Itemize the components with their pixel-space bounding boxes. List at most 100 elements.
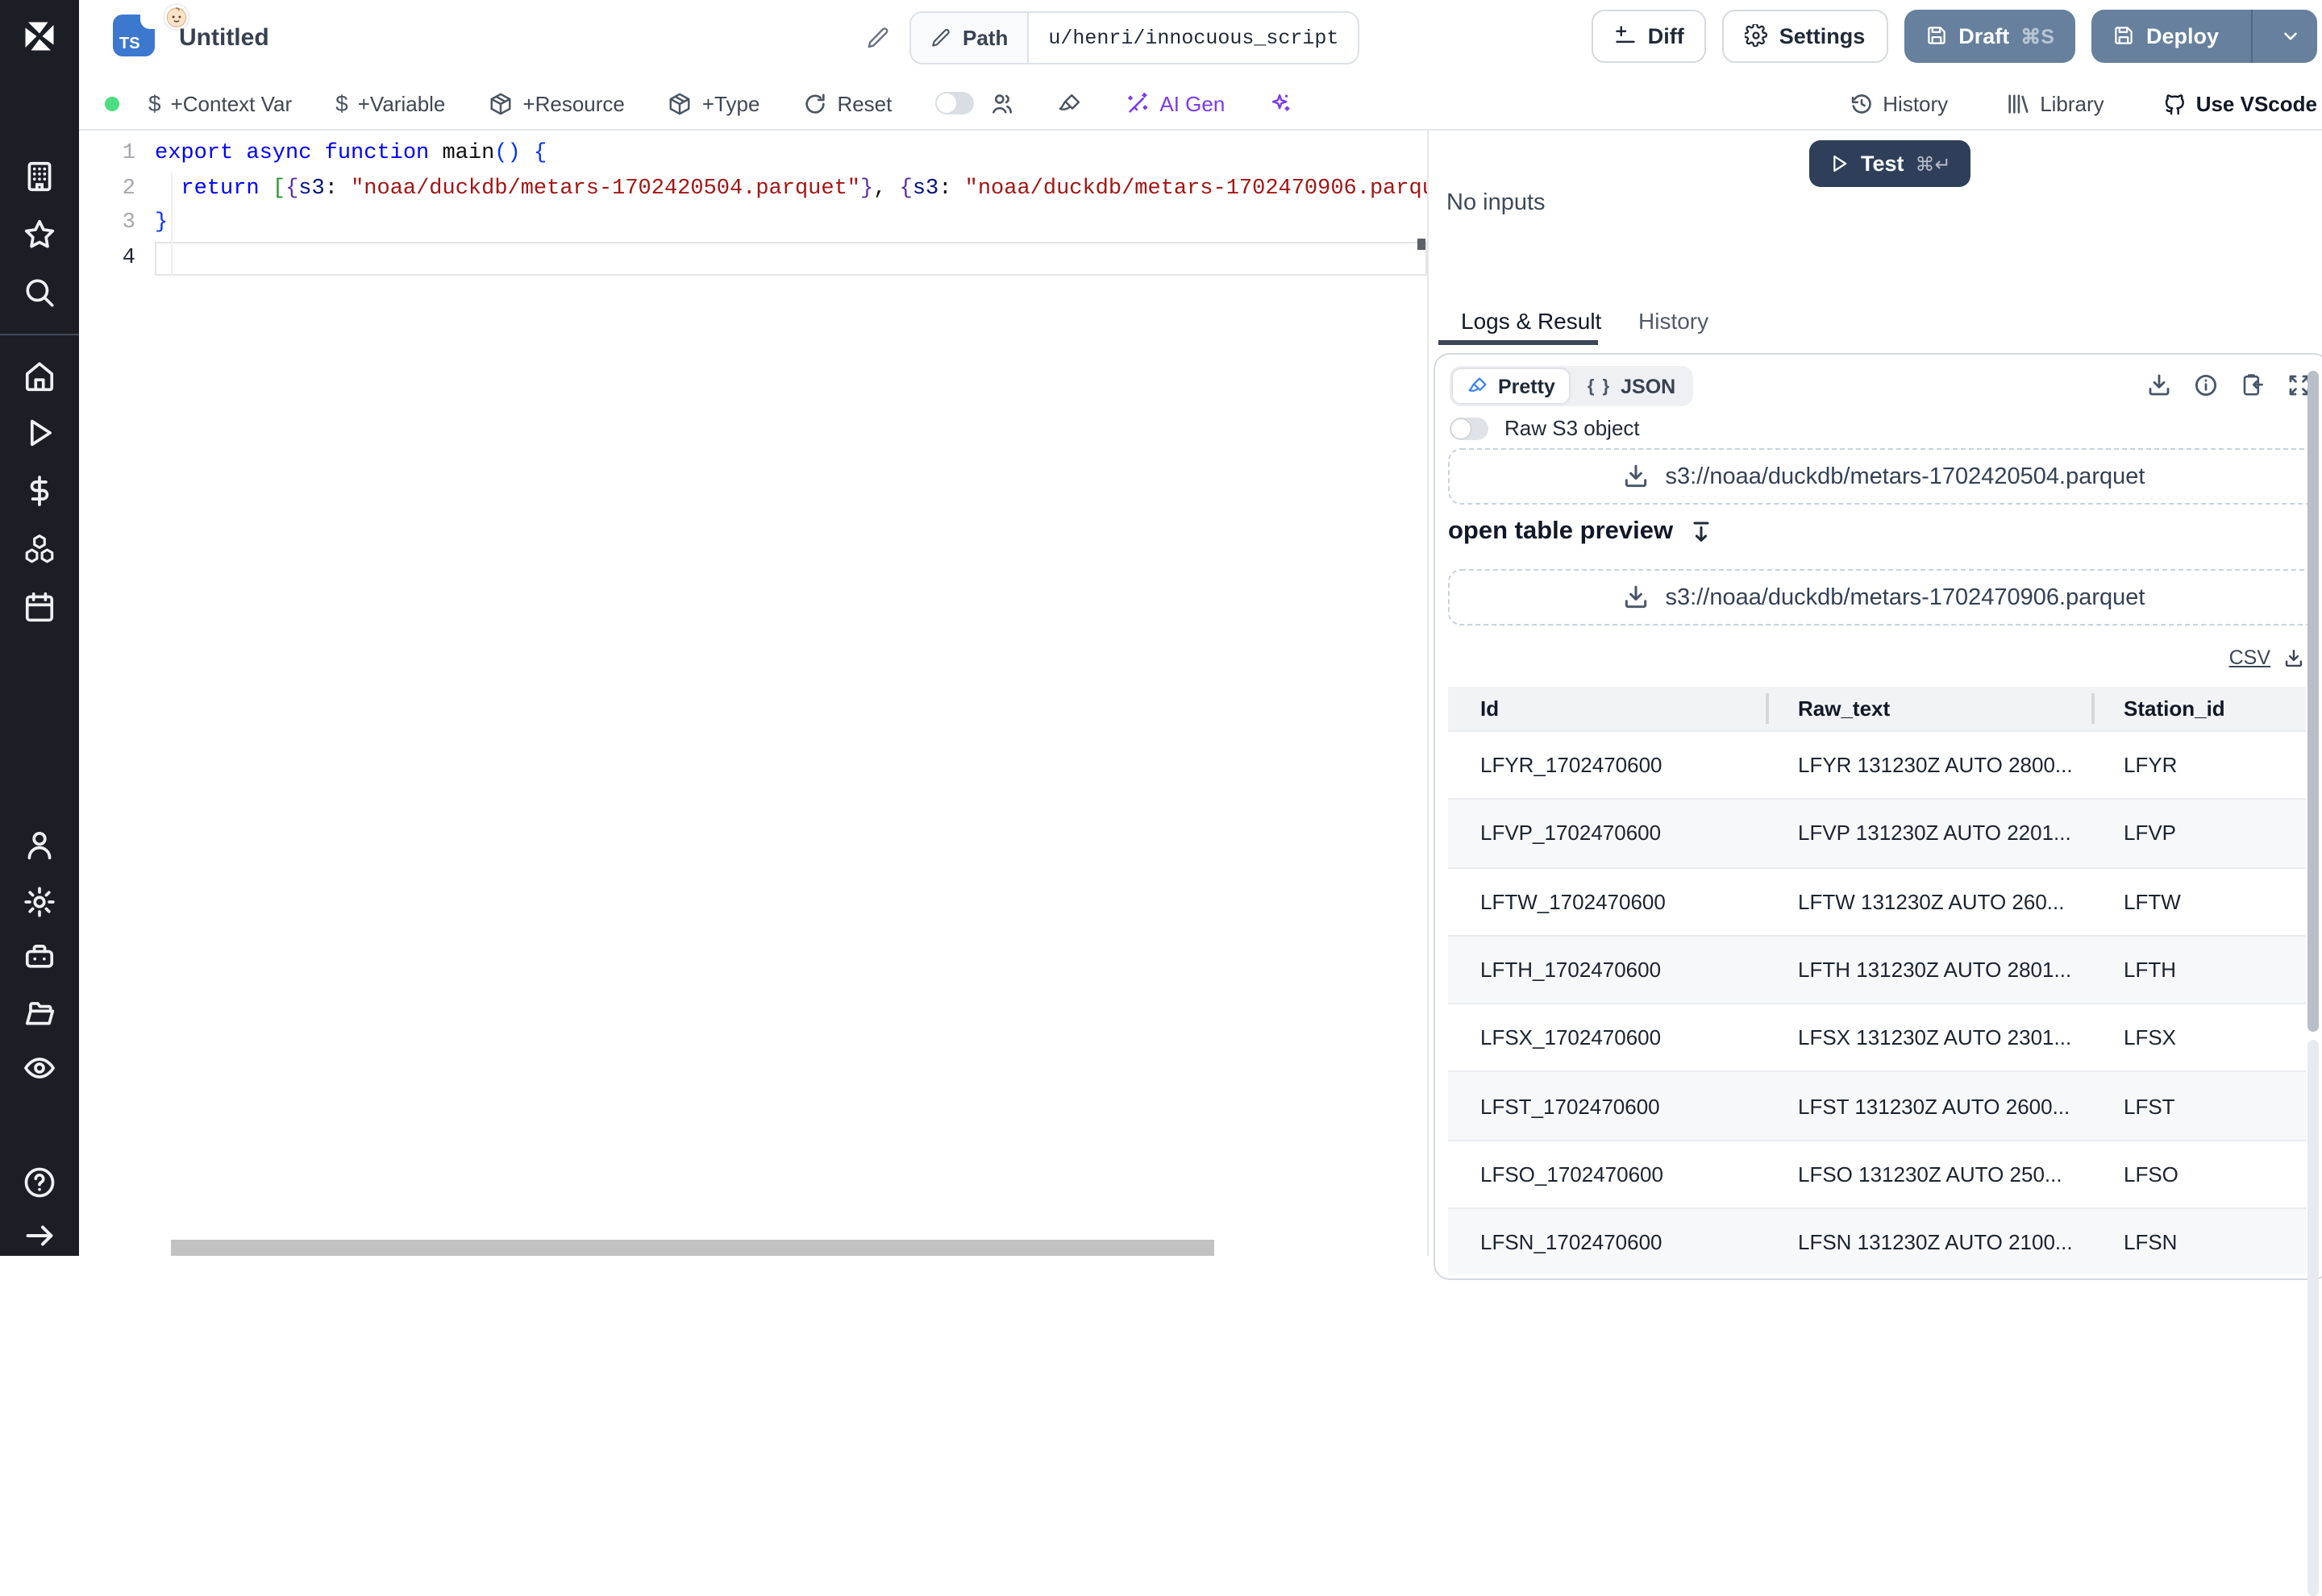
- code-editor[interactable]: 1 2 3 4 export async function main() { r…: [79, 131, 1427, 1256]
- home-icon[interactable]: [23, 360, 56, 393]
- download-icon[interactable]: [2283, 647, 2304, 668]
- no-inputs-text: No inputs: [1446, 190, 1546, 216]
- deploy-dropdown-button[interactable]: [2264, 9, 2317, 62]
- draft-button[interactable]: Draft ⌘S: [1904, 9, 2075, 62]
- download-icon[interactable]: [2146, 372, 2172, 398]
- user-icon[interactable]: [23, 829, 56, 862]
- page-title: Untitled: [179, 24, 269, 52]
- result-scrollbar-track[interactable]: [2307, 1040, 2319, 1596]
- audit-eye-icon[interactable]: [23, 1051, 56, 1085]
- column-divider[interactable]: [1766, 693, 1769, 724]
- save-icon: [2115, 27, 2133, 44]
- table-row[interactable]: LFSO_1702470600 LFSO 131230Z AUTO 250...…: [1448, 1139, 2306, 1208]
- s3-download-button-2[interactable]: s3://noaa/duckdb/metars-1702470906.parqu…: [1448, 569, 2319, 626]
- pencil-icon: [932, 28, 950, 47]
- draft-label: Draft: [1958, 23, 2010, 48]
- column-header-station-id[interactable]: Station_id: [2091, 696, 2306, 721]
- result-table: Id Raw_text Station_id LFYR_1702470600 L…: [1448, 687, 2306, 1276]
- help-icon[interactable]: [23, 1166, 56, 1199]
- folders-icon[interactable]: [23, 996, 56, 1030]
- workspace-building-icon[interactable]: [23, 160, 56, 193]
- schedules-calendar-icon[interactable]: [23, 590, 56, 624]
- deploy-button[interactable]: Deploy: [2091, 9, 2240, 62]
- format-button[interactable]: [1058, 91, 1082, 115]
- topbar-actions: Diff Settings Draft ⌘S Deploy: [1591, 9, 2317, 62]
- ai-sparkles-button[interactable]: [1268, 91, 1292, 115]
- json-view-button[interactable]: { } JSON: [1573, 369, 1690, 403]
- search-icon[interactable]: [23, 276, 56, 310]
- diff-button[interactable]: Diff: [1591, 9, 1707, 62]
- result-scrollbar-thumb[interactable]: [2307, 371, 2319, 1032]
- info-icon[interactable]: [2193, 372, 2219, 398]
- line-number: 3: [122, 211, 135, 235]
- s3-link-2: s3://noaa/duckdb/metars-1702470906.parqu…: [1665, 584, 2145, 610]
- table-header-row: Id Raw_text Station_id: [1448, 687, 2306, 730]
- multiplayer-toggle[interactable]: [935, 92, 975, 114]
- pane-divider[interactable]: [1427, 131, 1429, 1256]
- path-label-segment: Path: [911, 13, 1030, 63]
- library-icon: [2008, 94, 2029, 113]
- collapse-arrow-right-icon[interactable]: [23, 1219, 56, 1253]
- line-number-active: 4: [122, 246, 135, 270]
- download-icon: [1625, 585, 1646, 609]
- line-number: 1: [122, 142, 135, 166]
- file-fold-corner: [140, 15, 155, 29]
- editor-toolbar: $ +Context Var $ +Variable +Resource +Ty…: [79, 77, 2322, 131]
- edit-pencil-icon[interactable]: [866, 26, 890, 50]
- clipboard-copy-icon[interactable]: [2240, 372, 2266, 398]
- variables-dollar-icon[interactable]: [23, 474, 56, 508]
- library-label: Library: [2040, 91, 2104, 115]
- braces-icon: { }: [1587, 376, 1612, 396]
- table-row[interactable]: LFSX_1702470600 LFSX 131230Z AUTO 2301..…: [1448, 1003, 2306, 1071]
- add-variable-button[interactable]: $ +Variable: [335, 90, 445, 116]
- dollar-icon: $: [335, 90, 348, 116]
- column-divider[interactable]: [2091, 693, 2095, 724]
- script-path-field[interactable]: Path u/henri/innocuous_script: [909, 11, 1360, 64]
- table-row[interactable]: LFVP_1702470600 LFVP 131230Z AUTO 2201..…: [1448, 798, 2306, 867]
- settings-gear-icon[interactable]: [23, 885, 56, 919]
- toolbar-right: History Library Use VScode: [1849, 91, 2317, 115]
- table-row[interactable]: LFYR_1702470600 LFYR 131230Z AUTO 2800..…: [1448, 730, 2306, 799]
- sidebar-divider: [0, 334, 79, 335]
- code-line-3: }: [155, 211, 169, 235]
- add-resource-button[interactable]: +Resource: [489, 91, 625, 115]
- open-table-preview-link[interactable]: open table preview: [1448, 517, 1713, 547]
- history-button[interactable]: History: [1849, 91, 1948, 115]
- add-context-var-label: +Context Var: [170, 91, 293, 115]
- resources-cubes-icon[interactable]: [23, 532, 56, 566]
- workers-robot-icon[interactable]: [23, 940, 56, 974]
- editor-horizontal-scrollbar[interactable]: [171, 1240, 1214, 1256]
- windmill-logo-icon[interactable]: [23, 19, 56, 53]
- save-icon: [1927, 27, 1945, 44]
- raw-s3-toggle[interactable]: [1450, 417, 1488, 439]
- s3-link-1: s3://noaa/duckdb/metars-1702420504.parqu…: [1665, 463, 2145, 489]
- tab-logs-result[interactable]: Logs & Result: [1461, 308, 1601, 334]
- s3-download-button-1[interactable]: s3://noaa/duckdb/metars-1702420504.parqu…: [1448, 448, 2319, 505]
- add-type-button[interactable]: +Type: [668, 91, 759, 115]
- test-button[interactable]: Test ⌘↵: [1809, 140, 1970, 187]
- column-header-raw-text[interactable]: Raw_text: [1766, 696, 2091, 721]
- code-content[interactable]: export async function main() { return [{…: [155, 137, 1427, 276]
- use-vscode-button[interactable]: Use VScode: [2162, 91, 2317, 115]
- pretty-view-button[interactable]: Pretty: [1453, 369, 1570, 403]
- table-row[interactable]: LFST_1702470600 LFST 131230Z AUTO 2600..…: [1448, 1070, 2306, 1140]
- status-green-dot: [105, 96, 119, 110]
- ai-gen-button[interactable]: AI Gen: [1126, 91, 1225, 115]
- csv-link[interactable]: CSV: [2229, 646, 2270, 669]
- chevron-down-icon: [2284, 31, 2297, 39]
- column-header-id[interactable]: Id: [1448, 696, 1766, 721]
- table-row[interactable]: LFSN_1702470600 LFSN 131230Z AUTO 2100..…: [1448, 1207, 2306, 1276]
- brush-icon: [1468, 377, 1487, 392]
- favorites-star-icon[interactable]: [23, 218, 56, 251]
- runs-play-icon[interactable]: [23, 416, 56, 450]
- add-resource-label: +Resource: [522, 91, 625, 115]
- code-line-2: return [{s3: "noaa/duckdb/metars-1702420…: [181, 177, 1427, 201]
- library-button[interactable]: Library: [2006, 91, 2104, 115]
- path-value[interactable]: u/henri/innocuous_script: [1029, 13, 1358, 63]
- settings-button[interactable]: Settings: [1722, 9, 1888, 62]
- table-row[interactable]: LFTW_1702470600 LFTW 131230Z AUTO 260...…: [1448, 867, 2306, 935]
- table-row[interactable]: LFTH_1702470600 LFTH 131230Z AUTO 2801..…: [1448, 934, 2306, 1004]
- reset-button[interactable]: Reset: [803, 91, 892, 115]
- add-context-var-button[interactable]: $ +Context Var: [148, 90, 292, 116]
- tab-history[interactable]: History: [1638, 308, 1708, 334]
